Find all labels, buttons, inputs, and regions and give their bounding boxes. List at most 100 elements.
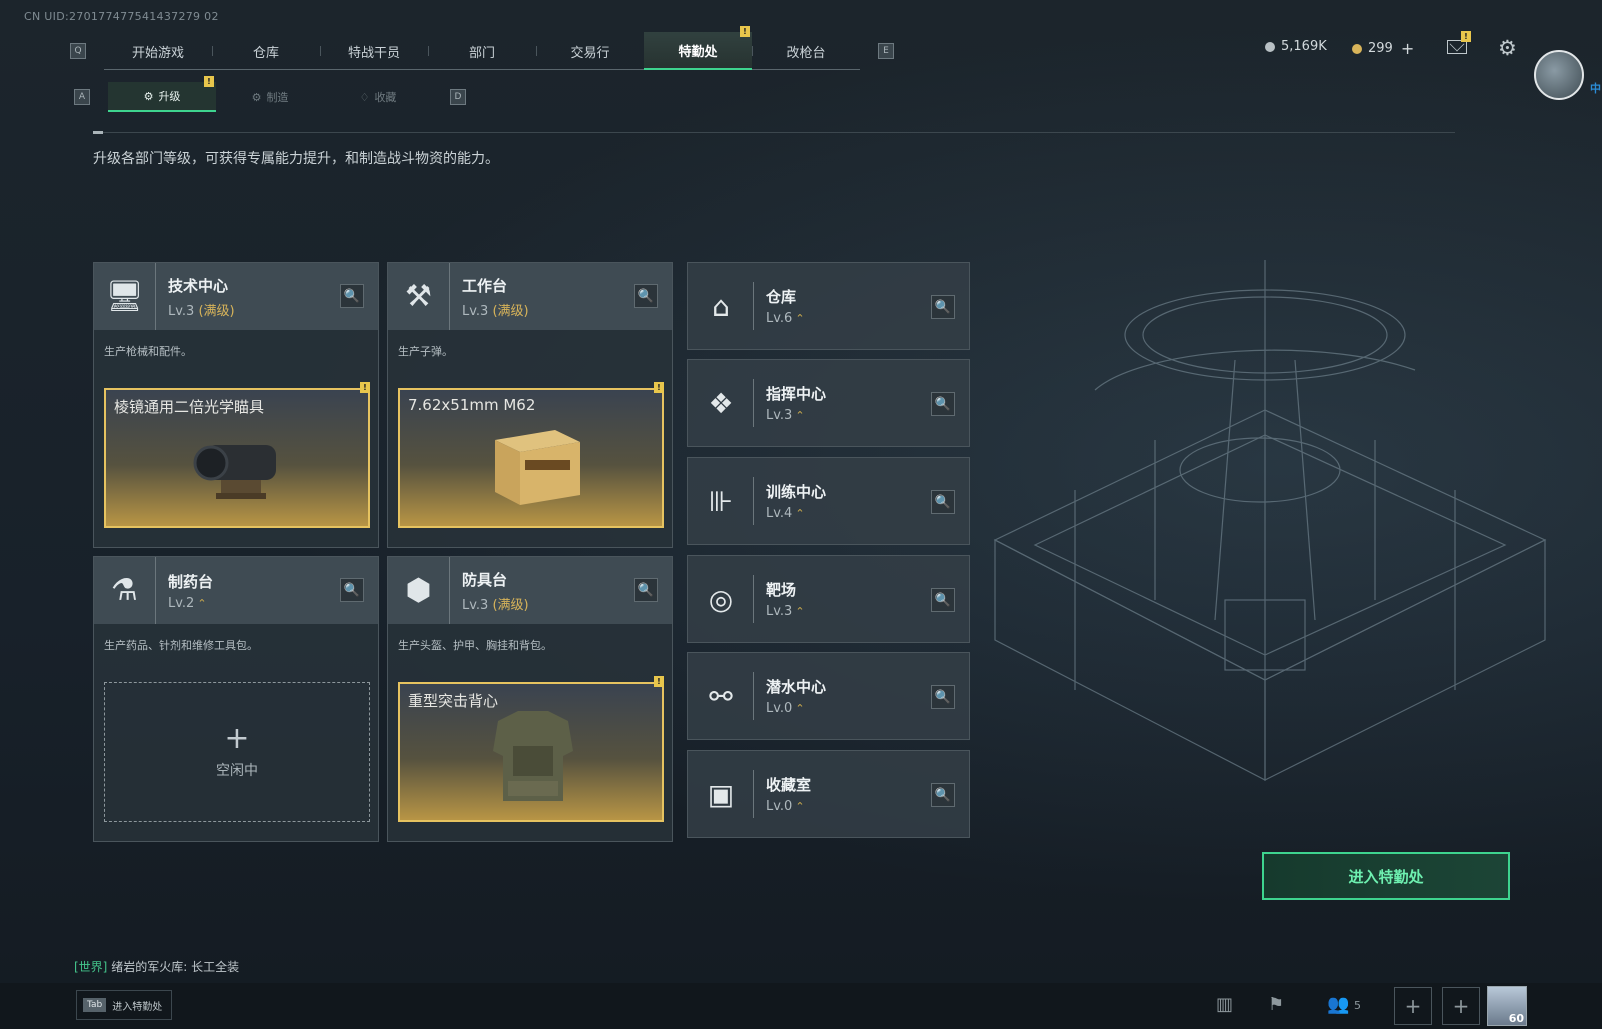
player-bottom-avatar[interactable]: 60 <box>1487 986 1527 1026</box>
chat-sender: 绪岩的军火库: <box>111 960 188 974</box>
microscope-icon: ⚗ <box>94 557 156 624</box>
sub-tabs: ⚙ 升级 ! ⚙ 制造 ♢ 收藏 <box>108 76 432 112</box>
upgrade-available-icon: ⌃ <box>795 605 805 618</box>
command-icon: ❖ <box>688 359 754 447</box>
tab-special-ops-label: 特勤处 <box>678 44 718 60</box>
add-gold-icon[interactable]: + <box>1401 39 1414 58</box>
inspect-search-icon[interactable]: 🔍 <box>931 295 955 319</box>
tab-operators[interactable]: 特战干员 <box>320 32 428 70</box>
dept-card-shooting-range[interactable]: ◎ 靶场 Lv.3 ⌃ 🔍 <box>687 555 970 643</box>
inspect-search-icon[interactable]: 🔍 <box>931 392 955 416</box>
chat-channel: [世界] <box>74 960 108 974</box>
tab-department[interactable]: 部门 <box>428 32 536 70</box>
diving-mask-icon: ⚯ <box>688 652 754 740</box>
dept-name: 仓库 <box>766 288 797 306</box>
dept-name: 工作台 <box>462 276 508 295</box>
enter-special-ops-button[interactable]: 进入特勤处 <box>1262 852 1510 900</box>
silver-coin-icon <box>1265 41 1275 52</box>
alert-badge: ! <box>740 26 750 37</box>
dept-card-pharmacy[interactable]: ⚗ 制药台 Lv.2 ⌃ 🔍 生产药品、针剂和维修工具包。 + 空闲中 <box>93 556 379 842</box>
inspect-search-icon[interactable]: 🔍 <box>634 284 658 308</box>
tab-shortcut-label: 进入特勤处 <box>112 1001 163 1013</box>
flag-icon[interactable]: ⚑ <box>1268 994 1284 1015</box>
add-squad-slot-2[interactable]: + <box>1442 987 1480 1025</box>
dept-name: 靶场 <box>766 581 797 599</box>
dept-card-diving-center[interactable]: ⚯ 潜水中心 Lv.0 ⌃ 🔍 <box>687 652 970 740</box>
product-alert-badge: ! <box>654 676 664 687</box>
add-squad-slot-1[interactable]: + <box>1394 987 1432 1025</box>
dept-level: Lv.0 ⌃ <box>766 799 805 814</box>
production-slot[interactable]: 棱镜通用二倍光学瞄具 ! <box>104 382 370 528</box>
tab-special-ops[interactable]: 特勤处 ! <box>644 26 752 70</box>
product-alert-badge: ! <box>654 382 664 393</box>
dept-level: Lv.3 (满级) <box>168 303 235 319</box>
dept-card-warehouse[interactable]: ⌂ 仓库 Lv.6 ⌃ 🔍 <box>687 262 970 350</box>
dept-card-workbench[interactable]: ⚒ 工作台 Lv.3 (满级) 🔍 生产子弹。 7.62x51mm M62 ! <box>387 262 673 548</box>
upgrade-available-icon: ⌃ <box>795 507 805 520</box>
key-hint-a: A <box>74 89 90 105</box>
subtab-upgrade-label: 升级 <box>158 90 181 103</box>
dept-name: 指挥中心 <box>766 385 827 403</box>
inspect-search-icon[interactable]: 🔍 <box>634 578 658 602</box>
inspect-search-icon[interactable]: 🔍 <box>931 588 955 612</box>
optical-scope-image <box>193 445 276 499</box>
production-slot[interactable]: 7.62x51mm M62 ! <box>398 382 664 528</box>
dept-card-tech-center[interactable]: 🖥 技术中心 Lv.3 (满级) 🔍 生产枪械和配件。 棱镜通用二倍光学瞄具 ! <box>93 262 379 548</box>
armor-vest-image <box>493 711 573 801</box>
player-uid: CN UID:270177477541437279 02 <box>24 10 219 23</box>
tools-icon: ⚒ <box>388 263 450 330</box>
page-description: 升级各部门等级，可获得专属能力提升，和制造战斗物资的能力。 <box>93 151 499 167</box>
upgrade-available-icon: ⌃ <box>795 409 805 422</box>
bottom-bar <box>0 983 1602 1029</box>
gold-currency[interactable]: 299 + <box>1352 39 1414 58</box>
dept-name: 收藏室 <box>766 776 812 794</box>
production-slot[interactable]: 重型突击背心 ! <box>398 676 664 822</box>
card-header: ⬢ 防具台 Lv.3 (满级) 🔍 <box>388 557 672 624</box>
card-header: ⚗ 制药台 Lv.2 ⌃ 🔍 <box>94 557 378 624</box>
subtab-collect-label: 收藏 <box>374 91 397 104</box>
dept-name: 潜水中心 <box>766 678 827 696</box>
language-tag: 中 <box>1590 82 1601 95</box>
sub-navigation: A ⚙ 升级 ! ⚙ 制造 ♢ 收藏 D <box>74 76 466 112</box>
tab-gunsmith[interactable]: 改枪台 <box>752 32 860 70</box>
dept-description: 生产枪械和配件。 <box>104 345 192 358</box>
gold-coin-icon <box>1352 43 1362 54</box>
craft-icon: ⚙ <box>251 90 262 104</box>
tab-warehouse[interactable]: 仓库 <box>212 32 320 70</box>
main-tabs: 开始游戏 仓库 特战干员 部门 交易行 特勤处 ! 改枪台 <box>104 26 860 70</box>
subtab-upgrade[interactable]: ⚙ 升级 ! <box>108 76 216 112</box>
dept-card-training-center[interactable]: ⊪ 训练中心 Lv.4 ⌃ 🔍 <box>687 457 970 545</box>
card-header: ⚒ 工作台 Lv.3 (满级) 🔍 <box>388 263 672 330</box>
subtab-craft-label: 制造 <box>266 91 289 104</box>
upgrade-icon: ⚙ <box>143 89 154 103</box>
dept-level: Lv.0 ⌃ <box>766 701 805 716</box>
inspect-search-icon[interactable]: 🔍 <box>931 490 955 514</box>
dept-card-command-center[interactable]: ❖ 指挥中心 Lv.3 ⌃ 🔍 <box>687 359 970 447</box>
key-hint-d: D <box>450 89 466 105</box>
mail-icon[interactable] <box>1447 40 1467 54</box>
product-name: 棱镜通用二倍光学瞄具 <box>114 398 265 416</box>
dept-level: Lv.2 ⌃ <box>168 595 207 611</box>
dept-name: 防具台 <box>462 570 508 589</box>
inspect-search-icon[interactable]: 🔍 <box>931 783 955 807</box>
player-avatar[interactable] <box>1534 50 1584 100</box>
subtab-craft[interactable]: ⚙ 制造 <box>216 82 324 112</box>
inspect-search-icon[interactable]: 🔍 <box>931 685 955 709</box>
collection-icon: ▣ <box>688 750 754 838</box>
idle-production-slot[interactable]: + 空闲中 <box>104 682 370 822</box>
upgrade-available-icon: ⌃ <box>795 702 805 715</box>
blocks-icon: ⬢ <box>388 557 450 624</box>
settings-gear-icon[interactable]: ⚙ <box>1498 36 1517 60</box>
world-chat-line[interactable]: [世界] 绪岩的军火库: 长工全装 <box>74 958 239 975</box>
stats-chart-icon[interactable]: ▥ <box>1216 994 1233 1015</box>
dept-card-collection-room[interactable]: ▣ 收藏室 Lv.0 ⌃ 🔍 <box>687 750 970 838</box>
inspect-search-icon[interactable]: 🔍 <box>340 284 364 308</box>
tab-shortcut-hint[interactable]: Tab 进入特勤处 <box>76 990 172 1020</box>
inspect-search-icon[interactable]: 🔍 <box>340 578 364 602</box>
tab-start-game[interactable]: 开始游戏 <box>104 32 212 70</box>
tab-trading[interactable]: 交易行 <box>536 32 644 70</box>
mail-alert-badge: ! <box>1461 31 1471 42</box>
dept-card-armor-bench[interactable]: ⬢ 防具台 Lv.3 (满级) 🔍 生产头盔、护甲、胸挂和背包。 重型突击背心 … <box>387 556 673 842</box>
subtab-collect[interactable]: ♢ 收藏 <box>324 82 432 112</box>
friends-icon[interactable]: 👥 <box>1327 994 1349 1015</box>
